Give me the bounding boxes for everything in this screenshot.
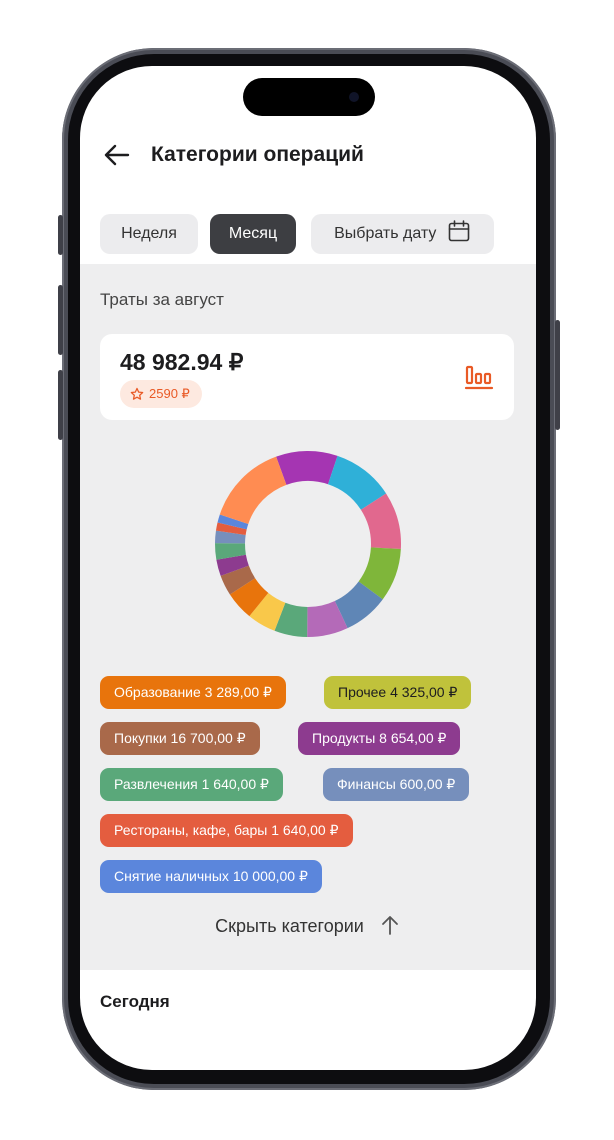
donut-segment: [217, 514, 249, 530]
donut-segment: [274, 602, 309, 637]
category-tag-education[interactable]: Образование 3 289,00 ₽: [100, 676, 286, 709]
donut-segment: [219, 456, 287, 525]
donut-segment: [360, 493, 401, 550]
total-card: 48 982.94 ₽ 2590 ₽: [100, 334, 514, 420]
donut-segment: [276, 451, 338, 486]
arrow-up-icon: [381, 916, 398, 935]
cashback-badge[interactable]: 2590 ₽: [120, 380, 202, 408]
spending-panel: Траты за август 48 982.94 ₽ 2590 ₽ Образ…: [80, 264, 536, 970]
bar-chart-icon[interactable]: [464, 362, 494, 392]
volume-down-button: [58, 370, 63, 440]
app-screen: Категории операций Неделя Месяц Выбрать …: [80, 66, 536, 1070]
period-month-chip[interactable]: Месяц: [210, 214, 296, 254]
period-pick-date-chip[interactable]: Выбрать дату: [311, 214, 494, 254]
category-tag-other[interactable]: Прочее 4 325,00 ₽: [324, 676, 472, 709]
mute-switch: [58, 215, 63, 255]
donut-segment: [358, 546, 401, 600]
donut-segment: [229, 577, 269, 617]
donut-segment: [327, 455, 387, 511]
today-section-title: Сегодня: [100, 992, 170, 1011]
power-button: [555, 320, 560, 430]
donut-segment: [334, 581, 383, 629]
donut-segment: [306, 600, 348, 637]
donut-segment: [220, 565, 256, 595]
cashback-amount: 2590 ₽: [149, 386, 190, 401]
category-tag-cash-withdrawal[interactable]: Снятие наличных 10 000,00 ₽: [100, 860, 322, 893]
volume-up-button: [58, 285, 63, 355]
calendar-icon: [448, 220, 470, 242]
category-tag-finance[interactable]: Финансы 600,00 ₽: [323, 768, 470, 801]
donut-segment: [249, 592, 286, 631]
hide-categories-button[interactable]: Скрыть категории: [80, 914, 536, 937]
donut-segment: [216, 554, 249, 576]
total-amount: 48 982.94 ₽: [120, 349, 244, 375]
star-outline-icon: [130, 387, 144, 400]
spent-period-label: Траты за август: [100, 290, 224, 309]
donut-segment: [215, 522, 247, 536]
period-pick-date-label: Выбрать дату: [334, 225, 437, 242]
dynamic-island: [243, 78, 375, 116]
hide-categories-label: Скрыть категории: [215, 916, 364, 936]
category-tag-restaurants[interactable]: Рестораны, кафе, бары 1 640,00 ₽: [100, 814, 353, 847]
page-title: Категории операций: [151, 143, 364, 166]
category-tag-entertainment[interactable]: Развлечения 1 640,00 ₽: [100, 768, 283, 801]
app-header: Категории операций: [80, 132, 536, 180]
period-week-label: Неделя: [121, 225, 177, 242]
period-week-chip[interactable]: Неделя: [100, 214, 198, 254]
front-camera: [349, 92, 359, 102]
category-tag-shopping[interactable]: Покупки 16 700,00 ₽: [100, 722, 260, 755]
period-month-label: Месяц: [228, 225, 278, 242]
donut-segment: [215, 530, 246, 544]
categories-donut-chart: [215, 451, 401, 637]
category-tag-groceries[interactable]: Продукты 8 654,00 ₽: [298, 722, 461, 755]
donut-segment: [215, 543, 246, 560]
arrow-left-icon[interactable]: [102, 140, 132, 170]
